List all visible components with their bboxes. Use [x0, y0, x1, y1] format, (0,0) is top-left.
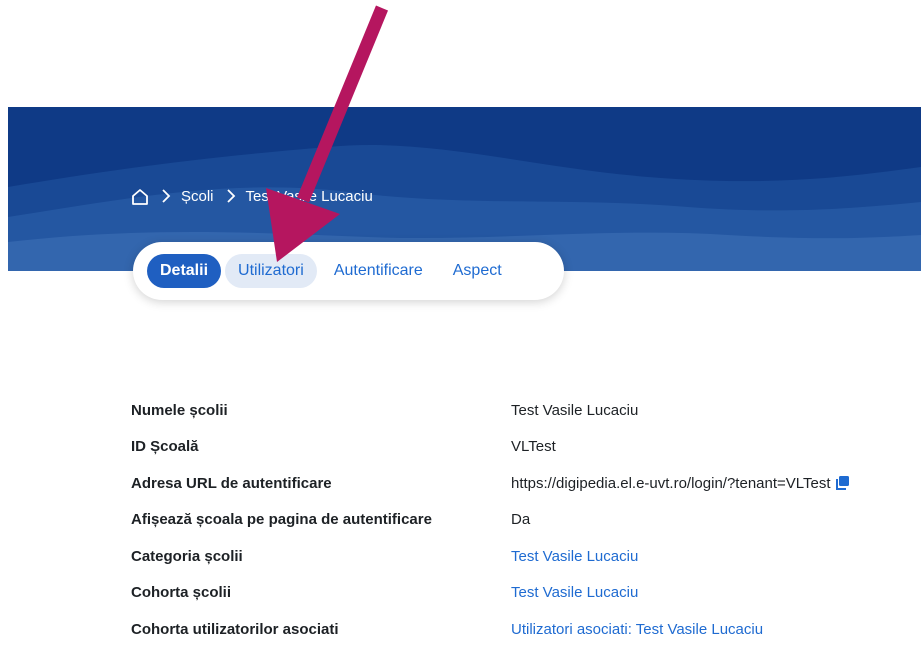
detail-label: Categoria școlii: [131, 547, 243, 565]
detail-row: Categoria școlii Test Vasile Lucaciu: [131, 538, 911, 575]
breadcrumb-item-current: Test Vasile Lucaciu: [245, 187, 373, 205]
tab-utilizatori[interactable]: Utilizatori: [225, 254, 317, 288]
tab-autentificare[interactable]: Autentificare: [321, 254, 436, 288]
detail-label: Afișează școala pe pagina de autentifica…: [131, 511, 432, 529]
detail-row: ID Școală VLTest: [131, 429, 911, 466]
copy-icon[interactable]: [834, 475, 850, 491]
detail-value: VLTest: [511, 438, 556, 456]
category-link[interactable]: Test Vasile Lucaciu: [511, 548, 638, 565]
chevron-right-icon: [161, 189, 171, 203]
detail-row: Numele școlii Test Vasile Lucaciu: [131, 392, 911, 429]
tab-detalii[interactable]: Detalii: [147, 254, 222, 288]
detail-value-url: https://digipedia.el.e-uvt.ro/login/?ten…: [511, 475, 850, 492]
detail-label: Cohorta utilizatorilor asociati: [131, 620, 339, 638]
login-url-text: https://digipedia.el.e-uvt.ro/login/?ten…: [511, 474, 831, 492]
home-icon[interactable]: [131, 188, 149, 205]
detail-row: Cohorta școlii Test Vasile Lucaciu: [131, 575, 911, 612]
breadcrumb: Școli Test Vasile Lucaciu: [131, 184, 373, 208]
school-details: Numele școlii Test Vasile Lucaciu ID Șco…: [131, 392, 911, 648]
detail-row: Cohorta utilizatorilor asociati Utilizat…: [131, 611, 911, 648]
tab-aspect[interactable]: Aspect: [440, 254, 515, 288]
detail-value: Test Vasile Lucaciu: [511, 401, 639, 419]
detail-row: Adresa URL de autentificare https://digi…: [131, 465, 911, 502]
detail-label: ID Școală: [131, 438, 199, 456]
detail-label: Adresa URL de autentificare: [131, 474, 332, 492]
detail-row: Afișează școala pe pagina de autentifica…: [131, 502, 911, 539]
detail-label: Numele școlii: [131, 401, 228, 419]
detail-value: Da: [511, 511, 531, 529]
tab-bar: Detalii Utilizatori Autentificare Aspect: [133, 242, 564, 300]
detail-label: Cohorta școlii: [131, 584, 232, 602]
breadcrumb-item-scoli[interactable]: Școli: [181, 188, 214, 205]
chevron-right-icon: [226, 189, 236, 203]
cohort-link[interactable]: Test Vasile Lucaciu: [511, 584, 638, 601]
associated-users-cohort-link[interactable]: Utilizatori asociati: Test Vasile Lucaci…: [511, 621, 763, 638]
